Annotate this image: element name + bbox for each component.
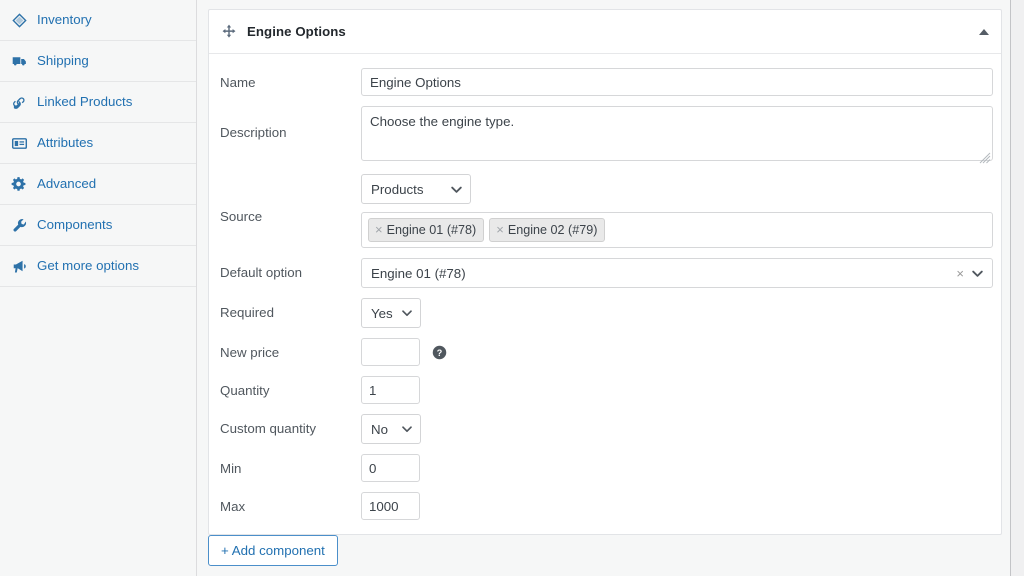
help-icon[interactable]: ? — [432, 345, 447, 360]
collapse-toggle[interactable] — [979, 10, 989, 53]
min-input[interactable] — [361, 454, 420, 482]
attributes-list-icon — [9, 133, 29, 153]
field-label-max: Max — [220, 492, 361, 515]
custom-quantity-select[interactable]: No — [361, 414, 421, 444]
sidebar-item-label: Components — [37, 218, 112, 231]
chip-label: Engine 02 (#79) — [508, 223, 598, 237]
move-icon[interactable] — [220, 23, 238, 41]
field-row-quantity: Quantity — [220, 376, 990, 404]
sidebar-item-label: Inventory — [37, 13, 92, 26]
field-row-new-price: New price ? — [220, 338, 990, 366]
sidebar-item-label: Linked Products — [37, 95, 132, 108]
component-panel-engine-options: Engine Options Name Description — [208, 9, 1002, 535]
sidebar-item-components[interactable]: Components — [0, 205, 196, 246]
field-row-source: Source Products × Engine 01 (#78) — [220, 174, 990, 248]
new-price-input[interactable] — [361, 338, 420, 366]
triangle-up-icon — [979, 29, 989, 35]
add-component-button[interactable]: + Add component — [208, 535, 338, 566]
screen: Inventory Shipping Linked Products Attri… — [0, 0, 1024, 576]
field-label-new-price: New price — [220, 338, 361, 361]
custom-quantity-value: No — [371, 422, 388, 437]
panel-body: Name Description — [209, 54, 1001, 534]
field-label-custom-quantity: Custom quantity — [220, 414, 361, 437]
shipping-truck-icon — [9, 51, 29, 71]
sidebar-item-label: Get more options — [37, 259, 139, 272]
max-input[interactable] — [361, 492, 420, 520]
product-data-sidebar: Inventory Shipping Linked Products Attri… — [0, 0, 197, 576]
gear-icon — [9, 174, 29, 194]
chip-label: Engine 01 (#78) — [387, 223, 477, 237]
chip-remove-icon[interactable]: × — [496, 223, 504, 236]
sidebar-item-attributes[interactable]: Attributes — [0, 123, 196, 164]
source-chip[interactable]: × Engine 02 (#79) — [489, 218, 605, 242]
name-input[interactable] — [361, 68, 993, 96]
megaphone-icon — [9, 256, 29, 276]
field-row-max: Max — [220, 492, 990, 520]
field-label-min: Min — [220, 454, 361, 477]
source-type-select[interactable]: Products — [361, 174, 471, 204]
default-option-select[interactable]: Engine 01 (#78) × — [361, 258, 993, 288]
chevron-down-icon — [395, 307, 413, 319]
field-row-default-option: Default option Engine 01 (#78) × — [220, 258, 990, 288]
field-label-source: Source — [220, 174, 361, 225]
field-row-required: Required Yes — [220, 298, 990, 328]
panel-title: Engine Options — [247, 24, 346, 39]
field-row-name: Name — [220, 68, 990, 96]
components-main-area: Engine Options Name Description — [197, 0, 1024, 576]
source-chip[interactable]: × Engine 01 (#78) — [368, 218, 484, 242]
chevron-down-icon[interactable] — [971, 267, 984, 280]
wrench-icon — [9, 215, 29, 235]
field-label-name: Name — [220, 68, 361, 91]
sidebar-item-get-more-options[interactable]: Get more options — [0, 246, 196, 287]
sidebar-item-linked-products[interactable]: Linked Products — [0, 82, 196, 123]
svg-text:?: ? — [437, 347, 443, 357]
source-products-tagbox[interactable]: × Engine 01 (#78) × Engine 02 (#79) — [361, 212, 993, 248]
description-textarea[interactable] — [361, 106, 993, 161]
link-icon — [9, 92, 29, 112]
required-select[interactable]: Yes — [361, 298, 421, 328]
sidebar-item-shipping[interactable]: Shipping — [0, 41, 196, 82]
source-type-value: Products — [371, 182, 423, 197]
field-label-default-option: Default option — [220, 258, 361, 281]
field-row-custom-quantity: Custom quantity No — [220, 414, 990, 444]
quantity-input[interactable] — [361, 376, 420, 404]
panel-header: Engine Options — [209, 10, 1001, 54]
sidebar-item-label: Attributes — [37, 136, 93, 149]
default-option-value: Engine 01 (#78) — [371, 266, 952, 281]
inventory-icon — [9, 10, 29, 30]
sidebar-item-advanced[interactable]: Advanced — [0, 164, 196, 205]
page-right-gutter — [1010, 0, 1024, 576]
field-label-description: Description — [220, 106, 361, 141]
chip-remove-icon[interactable]: × — [375, 223, 383, 236]
chevron-down-icon — [395, 423, 413, 435]
field-label-required: Required — [220, 298, 361, 321]
required-value: Yes — [371, 306, 393, 321]
field-row-min: Min — [220, 454, 990, 482]
sidebar-item-inventory[interactable]: Inventory — [0, 0, 196, 41]
field-row-description: Description — [220, 106, 990, 166]
sidebar-item-label: Shipping — [37, 54, 89, 67]
chevron-down-icon — [440, 183, 463, 196]
field-label-quantity: Quantity — [220, 376, 361, 399]
sidebar-item-label: Advanced — [37, 177, 96, 190]
clear-icon[interactable]: × — [952, 266, 971, 281]
